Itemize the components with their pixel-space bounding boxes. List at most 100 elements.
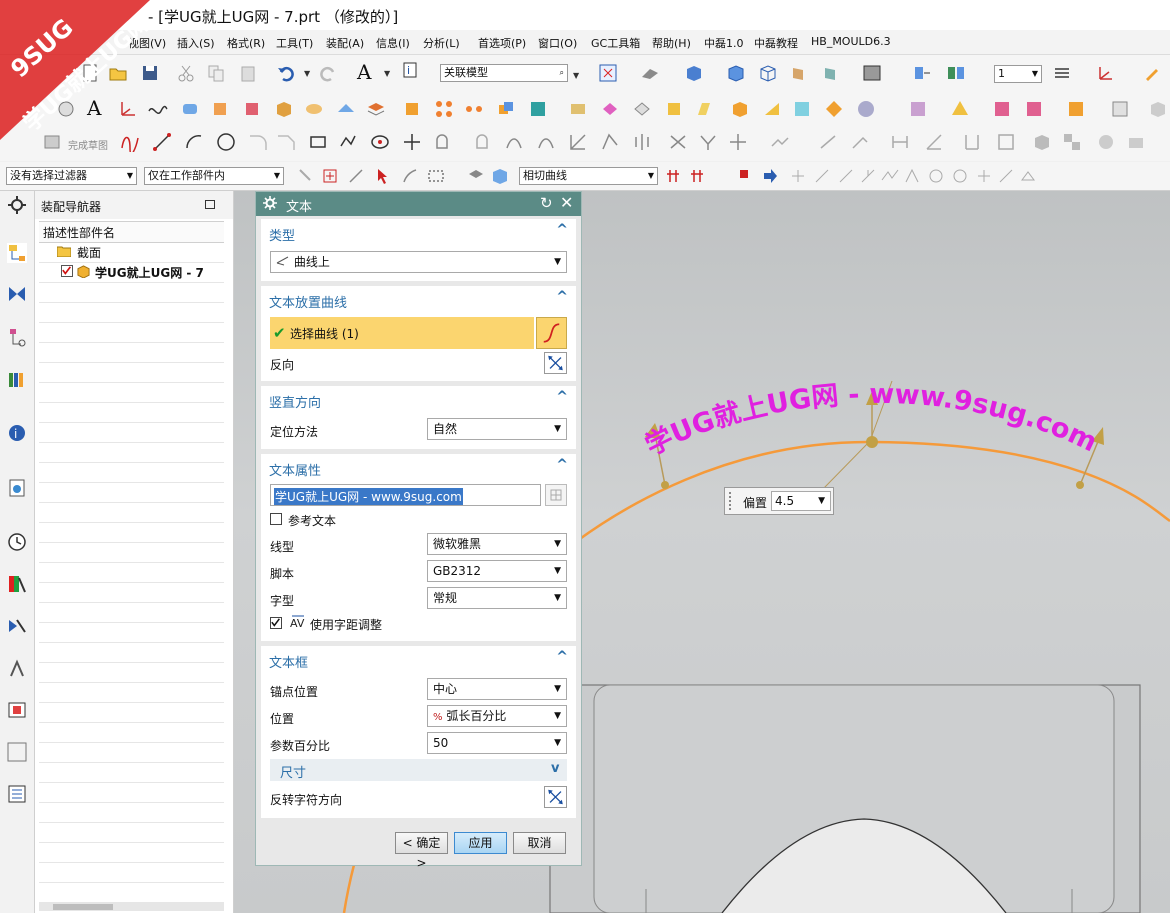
part-navigator-icon[interactable] xyxy=(7,327,27,347)
snap-existing-point-icon[interactable] xyxy=(974,166,994,186)
snap-quadrant-icon[interactable] xyxy=(950,166,970,186)
ok-button[interactable]: < 确定 > xyxy=(395,832,448,870)
draft-icon[interactable] xyxy=(694,99,714,119)
mirror-feature-icon[interactable] xyxy=(464,99,484,119)
offset-curve-icon[interactable] xyxy=(434,132,454,152)
replace-face-icon[interactable] xyxy=(792,99,812,119)
circle-icon[interactable] xyxy=(216,132,236,152)
menu-analysis[interactable]: 分析(L) xyxy=(423,35,460,51)
param-percent-input[interactable]: 50 ▼ xyxy=(427,732,567,754)
snap-circle-icon[interactable] xyxy=(926,166,946,186)
maximize-icon[interactable] xyxy=(205,200,215,209)
shaded-cube-icon[interactable] xyxy=(726,63,746,83)
split-body-icon[interactable] xyxy=(600,99,620,119)
snap-control-icon[interactable] xyxy=(858,166,878,186)
pattern-icon[interactable] xyxy=(402,99,422,119)
show-constraints-icon[interactable] xyxy=(728,132,748,152)
apply-button[interactable]: 应用 xyxy=(454,832,507,854)
undo-icon[interactable] xyxy=(276,63,296,83)
convert-reference-icon[interactable] xyxy=(818,132,838,152)
point-icon[interactable] xyxy=(402,132,422,152)
wcs-icon[interactable] xyxy=(1096,63,1116,83)
arc-icon[interactable] xyxy=(184,132,204,152)
cylinder-icon[interactable] xyxy=(180,99,200,119)
spline-icon[interactable] xyxy=(148,99,168,119)
list-item[interactable]: 截面 xyxy=(39,242,224,263)
sketch-settings-icon[interactable] xyxy=(1096,132,1116,152)
reference-text-checkbox[interactable] xyxy=(270,513,282,525)
settings-gear-icon[interactable] xyxy=(7,195,27,215)
menu-help[interactable]: 帮助(H) xyxy=(652,35,691,51)
snap-point-icon[interactable] xyxy=(320,166,340,186)
block-icon[interactable] xyxy=(274,99,294,119)
edit-section-icon[interactable] xyxy=(822,63,842,83)
animate-dimension-icon[interactable] xyxy=(770,132,790,152)
chamfer-sketch-icon[interactable] xyxy=(276,132,296,152)
list-item[interactable]: 学UG就上UG网 - 7 xyxy=(39,262,224,283)
perimeter-dimension-icon[interactable] xyxy=(962,132,982,152)
collapse-caret-icon[interactable]: ^ xyxy=(556,222,568,238)
type-select[interactable]: 曲线上 ▼ xyxy=(270,251,567,273)
chain-select-icon[interactable] xyxy=(736,166,756,186)
wireframe-cube-icon[interactable] xyxy=(758,63,778,83)
sequence-icon[interactable] xyxy=(1110,99,1130,119)
roles-icon[interactable] xyxy=(7,700,27,720)
quick-extend-icon[interactable] xyxy=(536,132,556,152)
follow-fillet-icon[interactable] xyxy=(690,166,710,186)
menu-info[interactable]: 信息(I) xyxy=(376,35,410,51)
paste-icon[interactable] xyxy=(238,63,258,83)
render-style-icon[interactable] xyxy=(684,63,704,83)
menu-insert[interactable]: 插入(S) xyxy=(177,35,215,51)
menu-assembly[interactable]: 装配(A) xyxy=(326,35,364,51)
model-combo-dropdown-icon[interactable]: ▼ xyxy=(573,71,579,80)
history-clock-icon[interactable] xyxy=(7,532,27,552)
expand-caret-icon[interactable]: v xyxy=(551,761,559,776)
info-window-icon[interactable]: i xyxy=(402,61,422,81)
dimension-settings-icon[interactable] xyxy=(996,132,1016,152)
select-body-icon[interactable] xyxy=(466,166,486,186)
feature-select-icon[interactable] xyxy=(400,166,420,186)
revolve-icon[interactable] xyxy=(242,99,262,119)
extract-geometry-icon[interactable] xyxy=(824,99,844,119)
line-icon[interactable] xyxy=(152,132,172,152)
layer-settings-icon[interactable] xyxy=(1052,63,1072,83)
symbol-table-button[interactable] xyxy=(545,484,567,506)
collapse-caret-icon[interactable]: ^ xyxy=(556,289,568,305)
component-pattern-icon[interactable] xyxy=(1148,99,1168,119)
redo-icon[interactable] xyxy=(318,63,338,83)
assembly-constraint-icon[interactable] xyxy=(950,99,970,119)
layer-combo[interactable]: 1 ▼ xyxy=(994,65,1042,83)
curve-rule-combo[interactable]: 相切曲线 ▼ xyxy=(519,167,658,185)
snap-options-icon[interactable] xyxy=(788,166,808,186)
sketch-tools-icon[interactable] xyxy=(1126,132,1146,152)
sketch-part-icon[interactable] xyxy=(1032,132,1052,152)
selection-arrow-icon[interactable] xyxy=(374,166,394,186)
navigator-column-header[interactable]: 描述性部件名 xyxy=(39,221,224,243)
collapse-caret-icon[interactable]: ^ xyxy=(556,649,568,665)
chamfer-icon[interactable] xyxy=(664,99,684,119)
exploded-view-icon[interactable] xyxy=(1066,99,1086,119)
paint-brush-icon[interactable] xyxy=(1142,63,1162,83)
thicken-icon[interactable] xyxy=(304,99,324,119)
constraint-navigator-icon[interactable] xyxy=(7,284,27,304)
select-all-icon[interactable] xyxy=(296,166,316,186)
method-select[interactable]: 自然 ▼ xyxy=(427,418,567,440)
sketch-multi-part-icon[interactable] xyxy=(1062,132,1082,152)
selection-filter-combo[interactable]: 没有选择过滤器 ▼ xyxy=(6,167,137,185)
background-icon[interactable] xyxy=(862,63,882,83)
snap-mid-icon[interactable] xyxy=(836,166,856,186)
curve-section-title[interactable]: 文本放置曲线 xyxy=(269,292,347,311)
snap-endpoint-icon[interactable] xyxy=(346,166,366,186)
font-style-select[interactable]: 常规 ▼ xyxy=(427,587,567,609)
snap-arc-center-icon[interactable] xyxy=(902,166,922,186)
reverse-direction-button[interactable] xyxy=(544,352,567,374)
mirror-curve-icon[interactable] xyxy=(632,132,652,152)
part-checkbox[interactable] xyxy=(61,265,73,277)
close-icon[interactable]: ✕ xyxy=(560,193,573,212)
rectangle-select-icon[interactable] xyxy=(426,166,446,186)
frame-section-title[interactable]: 文本框 xyxy=(269,652,308,671)
copy-icon[interactable] xyxy=(206,63,226,83)
menu-preferences[interactable]: 首选项(P) xyxy=(478,35,526,51)
offset-face-icon[interactable] xyxy=(762,99,782,119)
menu-zhonglei-tutorial[interactable]: 中磊教程 xyxy=(754,35,798,51)
